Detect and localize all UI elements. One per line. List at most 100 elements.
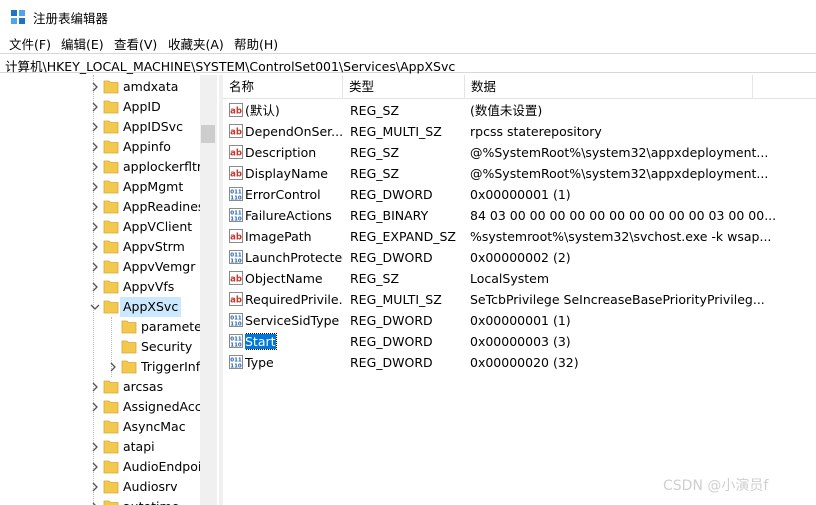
tree-node[interactable]: TriggerInf xyxy=(0,357,218,377)
svg-text:ab: ab xyxy=(230,170,242,180)
folder-icon xyxy=(103,500,119,505)
tree-node[interactable]: AppvStrm xyxy=(0,237,218,257)
svg-text:011: 011 xyxy=(230,253,242,259)
tree-node[interactable]: AppvVemgr xyxy=(0,257,218,277)
column-type-header[interactable]: 类型 xyxy=(343,75,465,99)
chevron-right-icon[interactable] xyxy=(89,121,101,133)
chevron-right-icon[interactable] xyxy=(89,101,101,113)
key-tree[interactable]: amdxata AppID AppIDSvc Appinfo applockerfltr… xyxy=(0,75,218,505)
value-name: DependOnSer... xyxy=(245,121,343,142)
tree-node[interactable]: AsyncMac xyxy=(0,417,218,437)
chevron-right-icon[interactable] xyxy=(89,261,101,273)
value-row[interactable]: 110 011 ServiceSidType REG_DWORD 0x00000001 … xyxy=(223,310,816,331)
value-type: REG_DWORD xyxy=(350,313,433,328)
chevron-right-icon[interactable] xyxy=(89,161,101,173)
tree-node[interactable]: AppVClient xyxy=(0,217,218,237)
value-data: 0x00000001 (1) xyxy=(470,187,571,202)
value-row[interactable]: 110 011 Type REG_DWORD 0x00000020 (32) xyxy=(223,352,816,373)
chevron-right-icon[interactable] xyxy=(89,281,101,293)
chevron-right-icon[interactable] xyxy=(89,241,101,253)
chevron-right-icon[interactable] xyxy=(89,181,101,193)
column-data-header[interactable]: 数据 xyxy=(465,75,753,99)
folder-icon xyxy=(103,180,119,194)
value-row[interactable]: ab DependOnSer... REG_MULTI_SZ rpcss stater… xyxy=(223,121,816,142)
value-type: REG_SZ xyxy=(350,271,400,286)
chevron-right-icon[interactable] xyxy=(89,81,101,93)
tree-scrollbar-thumb[interactable] xyxy=(201,125,215,143)
folder-icon xyxy=(103,200,119,214)
chevron-right-icon[interactable] xyxy=(107,361,119,373)
tree-node-label: AssignedAcc xyxy=(123,399,202,414)
chevron-right-icon[interactable] xyxy=(89,201,101,213)
menu-help[interactable]: 帮助(H) xyxy=(234,34,278,53)
tree-node[interactable]: AppReadines xyxy=(0,197,218,217)
tree-node[interactable]: Appinfo xyxy=(0,137,218,157)
tree-node[interactable]: AppXSvc xyxy=(0,297,218,317)
value-name: Description xyxy=(245,142,343,163)
address-path[interactable]: 计算机\HKEY_LOCAL_MACHINE\SYSTEM\ControlSet… xyxy=(5,56,455,75)
svg-text:ab: ab xyxy=(230,107,242,117)
chevron-right-icon[interactable] xyxy=(89,461,101,473)
value-row[interactable]: 110 011 LaunchProtected REG_DWORD 0x00000002… xyxy=(223,247,816,268)
column-name-header[interactable]: 名称 xyxy=(223,75,343,99)
value-data: 0x00000020 (32) xyxy=(470,355,579,370)
svg-text:011: 011 xyxy=(230,190,242,196)
tree-node[interactable]: amdxata xyxy=(0,77,218,97)
chevron-down-icon[interactable] xyxy=(89,301,101,313)
value-name-text: LaunchProtected xyxy=(245,250,343,265)
chevron-right-icon[interactable] xyxy=(89,141,101,153)
registry-editor-window: 注册表编辑器 文件(F) 编辑(E) 查看(V) 收藏夹(A) 帮助(H) 计算… xyxy=(0,0,816,505)
value-type: REG_DWORD xyxy=(350,187,433,202)
tree-node[interactable]: AssignedAcc xyxy=(0,397,218,417)
value-row[interactable]: ab RequiredPrivile... REG_MULTI_SZ SeTcbPri… xyxy=(223,289,816,310)
tree-node[interactable]: AppIDSvc xyxy=(0,117,218,137)
chevron-right-icon[interactable] xyxy=(89,501,101,505)
folder-icon xyxy=(103,400,119,414)
values-list[interactable]: 名称 类型 数据 ab (默认) REG_SZ (数值未设置) ab DependOnSe… xyxy=(223,75,816,505)
value-row[interactable]: 110 011 ErrorControl REG_DWORD 0x00000001 (1… xyxy=(223,184,816,205)
value-row[interactable]: 110 011 Start REG_DWORD 0x00000003 (3) xyxy=(223,331,816,352)
svg-text:011: 011 xyxy=(230,316,242,322)
menu-file[interactable]: 文件(F) xyxy=(9,34,51,53)
tree-node[interactable]: Security xyxy=(0,337,218,357)
value-type: REG_SZ xyxy=(350,103,400,118)
value-row[interactable]: ab ImagePath REG_EXPAND_SZ %systemroot%\sys… xyxy=(223,226,816,247)
tree-node[interactable]: arcsas xyxy=(0,377,218,397)
svg-text:110: 110 xyxy=(230,259,242,265)
menu-edit[interactable]: 编辑(E) xyxy=(61,34,104,53)
tree-node[interactable]: AppID xyxy=(0,97,218,117)
folder-icon xyxy=(103,440,119,454)
folder-icon xyxy=(103,240,119,254)
value-row[interactable]: 110 011 FailureActions REG_BINARY 84 03 00 0… xyxy=(223,205,816,226)
menu-favorites[interactable]: 收藏夹(A) xyxy=(168,34,224,53)
tree-scrollbar[interactable] xyxy=(200,75,217,505)
menu-view[interactable]: 查看(V) xyxy=(114,34,157,53)
tree-node[interactable]: autotime xyxy=(0,497,218,505)
address-bar[interactable]: 计算机\HKEY_LOCAL_MACHINE\SYSTEM\ControlSet… xyxy=(0,53,816,75)
tree-node[interactable]: AudioEndpoi xyxy=(0,457,218,477)
chevron-right-icon[interactable] xyxy=(89,401,101,413)
chevron-right-icon[interactable] xyxy=(89,381,101,393)
value-row[interactable]: ab ObjectName REG_SZ LocalSystem xyxy=(223,268,816,289)
tree-node[interactable]: Audiosrv xyxy=(0,477,218,497)
tree-node[interactable]: applockerfltr xyxy=(0,157,218,177)
svg-text:ab: ab xyxy=(230,149,242,159)
value-data: 84 03 00 00 00 00 00 00 00 00 00 00 03 0… xyxy=(470,208,777,223)
value-type: REG_DWORD xyxy=(350,334,433,349)
tree-node[interactable]: AppvVfs xyxy=(0,277,218,297)
tree-node[interactable]: parameter xyxy=(0,317,218,337)
value-row[interactable]: ab Description REG_SZ @%SystemRoot%\system3… xyxy=(223,142,816,163)
value-row[interactable]: ab (默认) REG_SZ (数值未设置) xyxy=(223,100,816,121)
title-bar: 注册表编辑器 xyxy=(0,0,816,32)
value-name-text: ObjectName xyxy=(245,271,323,286)
menu-bar: 文件(F) 编辑(E) 查看(V) 收藏夹(A) 帮助(H) xyxy=(0,32,816,52)
tree-node-label: atapi xyxy=(123,439,155,454)
value-name-text: ErrorControl xyxy=(245,187,321,202)
value-row[interactable]: ab DisplayName REG_SZ @%SystemRoot%\system3… xyxy=(223,163,816,184)
chevron-right-icon[interactable] xyxy=(89,481,101,493)
registry-editor-icon xyxy=(11,10,25,24)
chevron-right-icon[interactable] xyxy=(89,441,101,453)
tree-node[interactable]: AppMgmt xyxy=(0,177,218,197)
chevron-right-icon[interactable] xyxy=(89,221,101,233)
tree-node[interactable]: atapi xyxy=(0,437,218,457)
